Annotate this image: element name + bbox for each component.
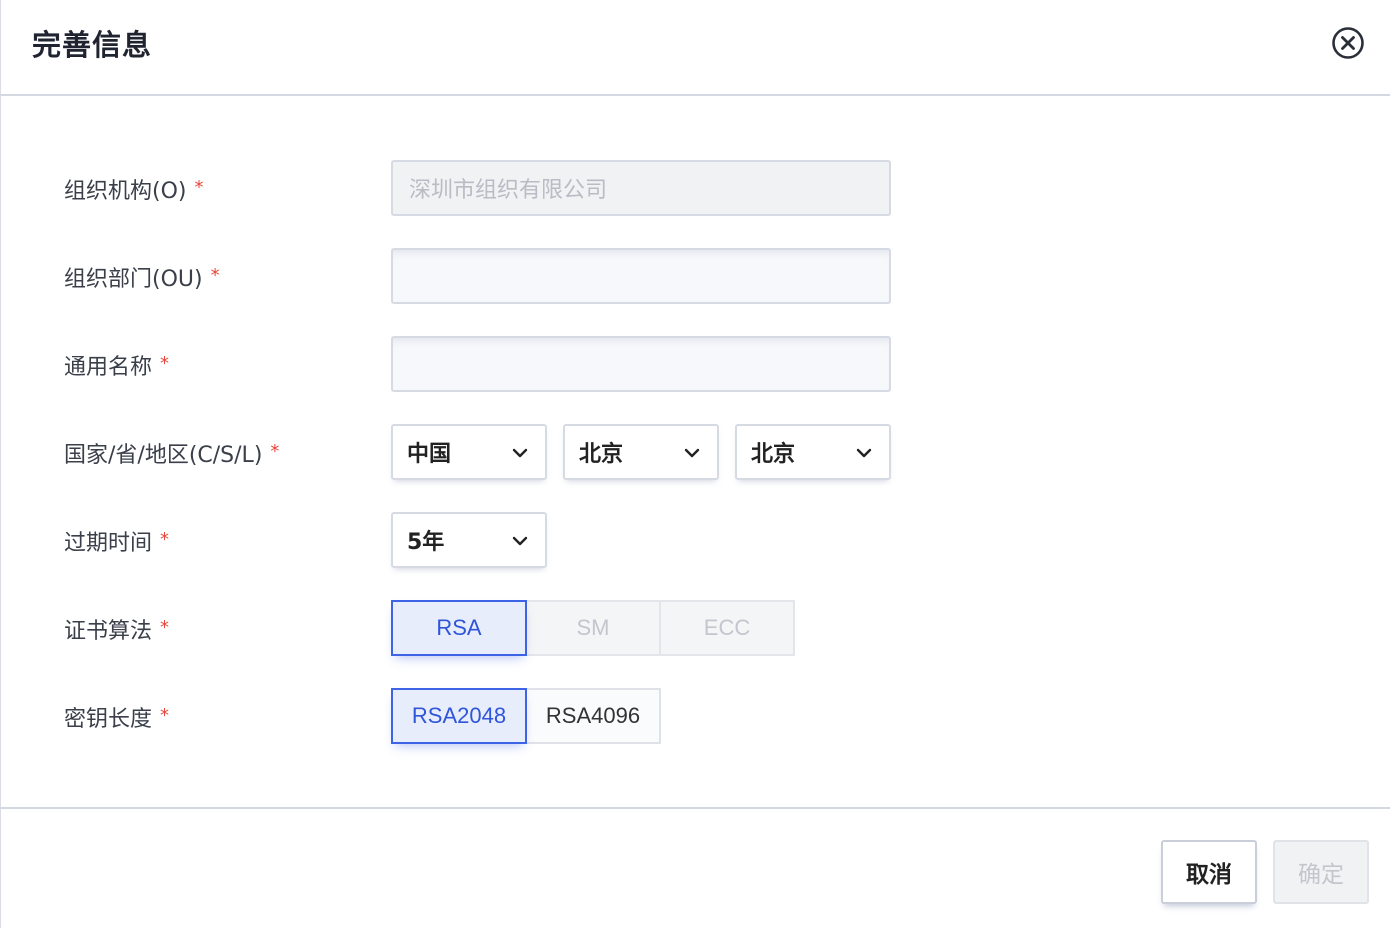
form-row-algorithm: 证书算法 * RSA SM ECC — [1, 600, 1390, 656]
complete-info-dialog: 完善信息 组织机构(O) * 深圳市组织有限公司 组织部门(OU) * 通用名称 * … — [0, 0, 1390, 928]
chevron-down-icon — [511, 446, 529, 460]
chevron-down-icon — [511, 534, 529, 548]
location-label: 国家/省/地区(C/S/L) * — [64, 441, 280, 468]
city-select[interactable]: 北京 — [735, 424, 891, 480]
form-row-expiry: 过期时间 * 5年 — [1, 512, 1390, 568]
expiry-value: 5年 — [407, 530, 445, 555]
close-circle-icon — [1332, 27, 1364, 59]
org-label: 组织机构(O) * — [64, 177, 204, 204]
province-value: 北京 — [579, 442, 624, 467]
chevron-down-icon — [855, 446, 873, 460]
algorithm-label: 证书算法 * — [64, 617, 170, 644]
form-row-location: 国家/省/地区(C/S/L) * 中国 北京 北京 — [1, 424, 1390, 480]
key-length-label: 密钥长度 * — [64, 705, 170, 732]
ou-input[interactable] — [391, 248, 891, 304]
form-row-cn: 通用名称 * — [1, 336, 1390, 392]
province-select[interactable]: 北京 — [563, 424, 719, 480]
org-input: 深圳市组织有限公司 — [391, 160, 891, 216]
required-mark: * — [160, 529, 170, 550]
country-select[interactable]: 中国 — [391, 424, 547, 480]
required-mark: * — [210, 265, 220, 286]
algorithm-option-sm[interactable]: SM — [525, 600, 661, 656]
common-name-input[interactable] — [391, 336, 891, 392]
cn-label: 通用名称 * — [64, 353, 170, 380]
chevron-down-icon — [683, 446, 701, 460]
required-mark: * — [270, 441, 280, 462]
key-length-option-rsa2048[interactable]: RSA2048 — [391, 688, 527, 744]
city-value: 北京 — [751, 442, 796, 467]
confirm-button[interactable]: 确定 — [1273, 840, 1369, 904]
key-length-option-rsa4096[interactable]: RSA4096 — [525, 688, 661, 744]
algorithm-option-rsa[interactable]: RSA — [391, 600, 527, 656]
form-row-key-length: 密钥长度 * RSA2048 RSA4096 — [1, 688, 1390, 744]
close-button[interactable] — [1331, 26, 1365, 60]
form-row-ou: 组织部门(OU) * — [1, 248, 1390, 304]
required-mark: * — [160, 705, 170, 726]
expiry-select[interactable]: 5年 — [391, 512, 547, 568]
dialog-title: 完善信息 — [32, 28, 153, 62]
dialog-header: 完善信息 — [1, 0, 1390, 96]
required-mark: * — [194, 177, 204, 198]
ou-label: 组织部门(OU) * — [64, 265, 220, 292]
algorithm-option-ecc[interactable]: ECC — [659, 600, 795, 656]
required-mark: * — [160, 617, 170, 638]
form-row-org: 组织机构(O) * 深圳市组织有限公司 — [1, 160, 1390, 216]
footer-divider — [1, 807, 1390, 809]
country-value: 中国 — [407, 442, 452, 467]
required-mark: * — [160, 353, 170, 374]
cancel-button[interactable]: 取消 — [1161, 840, 1257, 904]
expiry-label: 过期时间 * — [64, 529, 170, 556]
